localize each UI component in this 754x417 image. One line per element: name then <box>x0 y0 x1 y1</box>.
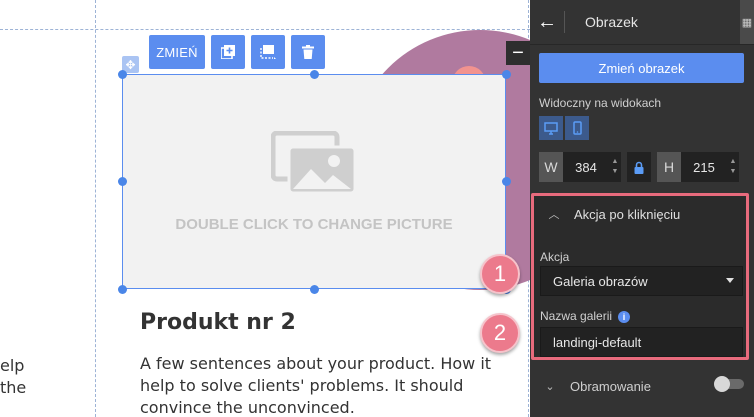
picture-caption: DOUBLE CLICK TO CHANGE PICTURE <box>175 216 453 233</box>
editor-canvas: ZMIEŃ ✥ DOUBLE CLICK TO CHANGE PICTURE P… <box>0 0 530 417</box>
gallery-name-label-text: Nazwa galerii <box>540 309 613 323</box>
chevron-down-icon: ⌄ <box>545 380 555 393</box>
action-select-value: Galeria obrazów <box>553 273 648 289</box>
offscreen-text: elp the <box>0 355 26 399</box>
toggle-knob <box>714 376 730 392</box>
resize-handle-bottom-left[interactable] <box>118 285 127 294</box>
mobile-icon <box>572 121 582 135</box>
info-icon[interactable]: i <box>618 310 631 323</box>
layers-icon <box>260 45 276 59</box>
click-action-section: ︿ Akcja po kliknięciu Akcja Galeria obra… <box>531 193 749 360</box>
width-label: W <box>539 152 563 182</box>
resize-handle-bottom[interactable] <box>310 285 319 294</box>
stepper-up-icon[interactable]: ▲ <box>730 157 737 167</box>
click-action-header[interactable]: ︿ Akcja po kliknięciu <box>534 196 746 232</box>
step-badge-2: 2 <box>480 313 520 353</box>
stepper-down-icon[interactable]: ▼ <box>612 167 619 177</box>
aspect-lock-button[interactable] <box>627 152 651 182</box>
width-stepper[interactable]: ▲ ▼ <box>609 152 621 182</box>
action-label: Akcja <box>540 250 570 264</box>
element-toolbar: ZMIEŃ <box>149 35 325 69</box>
layer-button[interactable] <box>251 35 285 69</box>
click-action-title: Akcja po kliknięciu <box>574 206 681 222</box>
desktop-icon <box>544 121 558 135</box>
picture-placeholder[interactable]: DOUBLE CLICK TO CHANGE PICTURE <box>122 74 506 289</box>
panel-title: Obrazek <box>585 14 638 30</box>
action-select[interactable]: Galeria obrazów <box>540 266 743 296</box>
stepper-down-icon[interactable]: ▼ <box>730 167 737 177</box>
product-heading[interactable]: Produkt nr 2 <box>140 310 296 335</box>
resize-handle-top-right[interactable] <box>502 70 511 79</box>
stepper-up-icon[interactable]: ▲ <box>612 157 619 167</box>
resize-handle-left[interactable] <box>118 177 127 186</box>
height-input[interactable]: 215 <box>681 152 727 182</box>
guide-line-left <box>95 0 96 417</box>
width-input[interactable]: 384 <box>563 152 609 182</box>
gallery-name-value: landingi-default <box>553 334 642 350</box>
grid-menu-icon[interactable]: ▦ <box>740 0 754 44</box>
image-placeholder-icon <box>271 131 357 195</box>
device-visibility <box>539 116 591 140</box>
collapse-panel-button[interactable]: − <box>506 41 530 65</box>
duplicate-button[interactable] <box>211 35 245 69</box>
mobile-toggle[interactable] <box>565 116 589 140</box>
guide-line-horizontal <box>0 29 530 30</box>
offscreen-text-line: elp <box>0 356 25 375</box>
gallery-name-label: Nazwa galerii i <box>540 309 631 323</box>
back-arrow-icon[interactable]: ← <box>530 11 564 34</box>
change-image-button[interactable]: Zmień obrazek <box>539 53 744 83</box>
resize-handle-top-left[interactable] <box>118 70 127 79</box>
header-divider <box>564 11 565 33</box>
height-label: H <box>657 152 681 182</box>
height-stepper[interactable]: ▲ ▼ <box>727 152 739 182</box>
resize-handle-right[interactable] <box>502 177 511 186</box>
visibility-label: Widoczny na widokach <box>539 96 662 110</box>
dropdown-caret-icon <box>726 278 734 283</box>
frame-toggle[interactable] <box>714 376 744 392</box>
frame-section-title: Obramowanie <box>570 378 651 394</box>
chevron-up-icon: ︿ <box>548 209 560 221</box>
step-badge-1: 1 <box>480 254 520 294</box>
panel-header: ← Obrazek ▦ <box>530 0 754 45</box>
offscreen-text-line: the <box>0 378 27 397</box>
frame-section-header[interactable]: ⌄ Obramowanie <box>530 366 754 406</box>
gallery-name-input[interactable]: landingi-default <box>540 327 743 357</box>
dimensions-row: W 384 ▲ ▼ H 215 ▲ ▼ <box>539 152 739 182</box>
delete-button[interactable] <box>291 35 325 69</box>
product-description[interactable]: A few sentences about your product. How … <box>140 353 520 417</box>
desktop-toggle[interactable] <box>539 116 563 140</box>
duplicate-icon <box>221 45 235 59</box>
resize-handle-top[interactable] <box>310 70 319 79</box>
lock-icon <box>634 161 644 174</box>
change-button[interactable]: ZMIEŃ <box>149 35 205 69</box>
trash-icon <box>302 45 314 59</box>
